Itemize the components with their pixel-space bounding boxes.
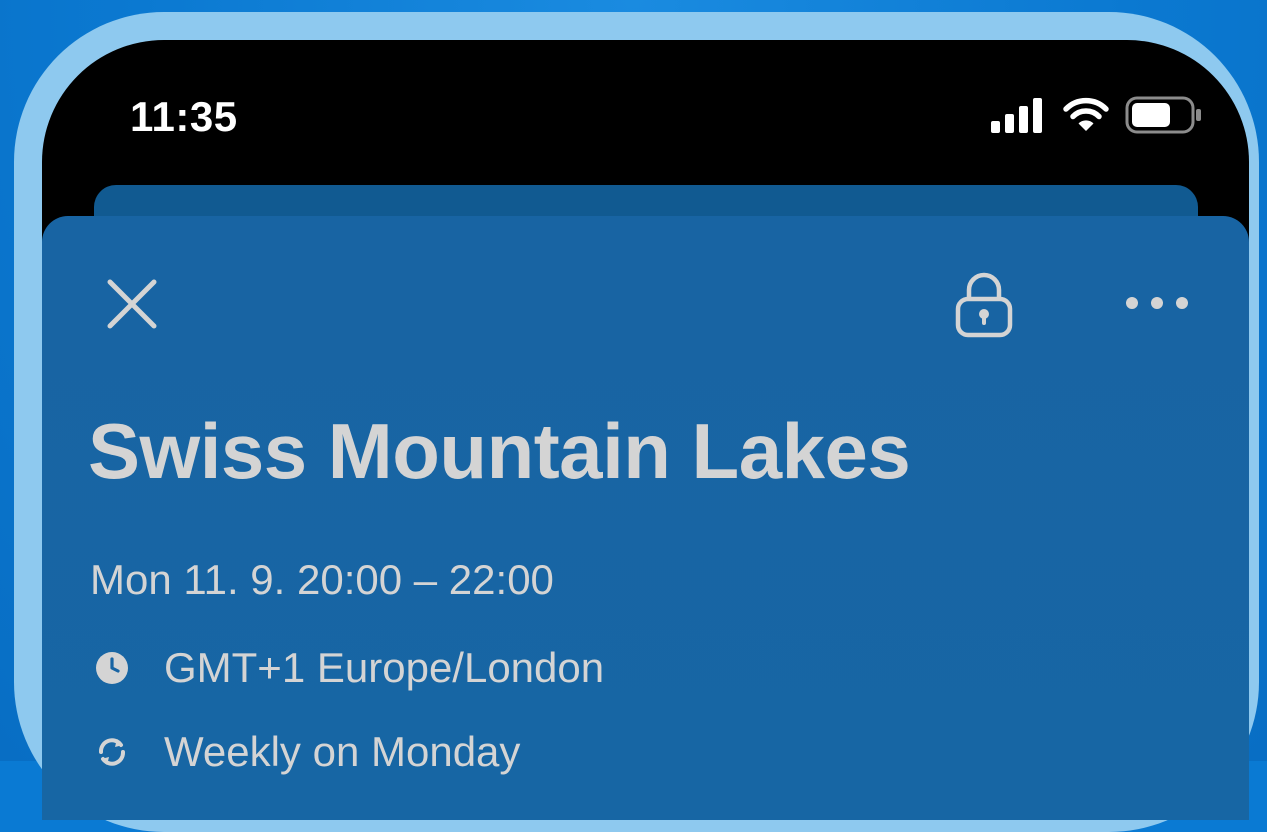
event-title: Swiss Mountain Lakes <box>88 407 911 495</box>
event-datetime: Mon 11. 9. 20:00 – 22:00 <box>90 556 554 603</box>
timezone-row[interactable]: GMT+1 Europe/London <box>94 644 604 692</box>
status-time: 11:35 <box>130 93 238 140</box>
close-button[interactable] <box>104 276 160 332</box>
recurrence-row[interactable]: Weekly on Monday <box>94 728 520 776</box>
battery-icon <box>1125 96 1203 139</box>
clock-icon <box>94 650 130 686</box>
recurrence-label: Weekly on Monday <box>164 728 521 775</box>
wifi-icon <box>1063 97 1109 138</box>
lock-icon <box>955 272 1013 338</box>
cellular-signal-icon <box>991 97 1047 138</box>
event-detail-sheet: Swiss Mountain Lakes Mon 11. 9. 20:00 – … <box>42 216 1249 820</box>
more-options-icon <box>1126 297 1188 309</box>
phone-screen: 11:35 Swiss Mountain Lakes Mon 11. 9. 20… <box>42 40 1249 820</box>
lock-button[interactable] <box>952 270 1016 340</box>
timezone-label: GMT+1 Europe/London <box>164 644 605 691</box>
repeat-icon <box>94 734 130 770</box>
status-icons <box>991 96 1203 139</box>
more-options-button[interactable] <box>1122 288 1192 318</box>
close-icon <box>107 279 157 329</box>
